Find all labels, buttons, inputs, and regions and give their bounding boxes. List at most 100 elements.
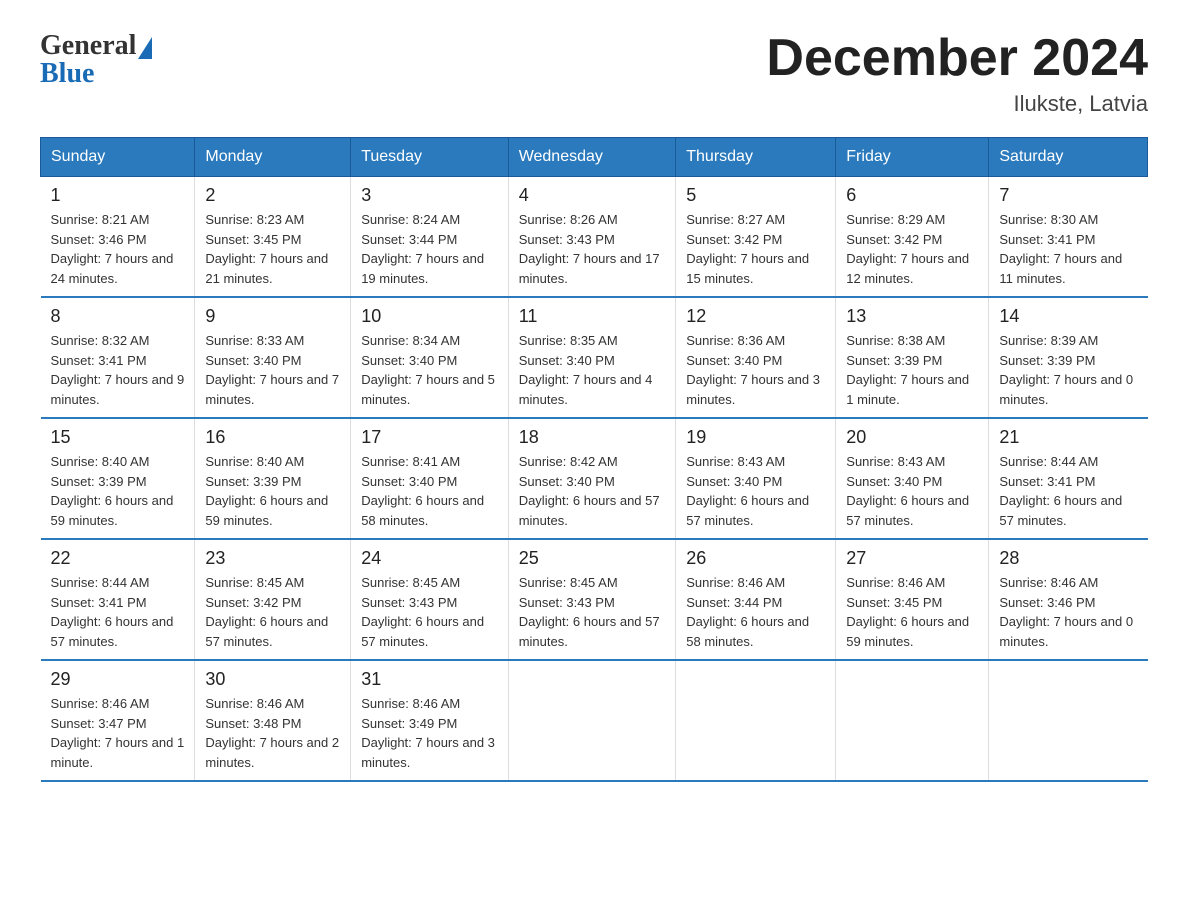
day-info: Sunrise: 8:45 AMSunset: 3:43 PMDaylight:… — [361, 573, 497, 651]
day-info: Sunrise: 8:40 AMSunset: 3:39 PMDaylight:… — [205, 452, 340, 530]
day-number: 17 — [361, 427, 497, 448]
calendar-cell: 9 Sunrise: 8:33 AMSunset: 3:40 PMDayligh… — [195, 297, 351, 418]
day-info: Sunrise: 8:46 AMSunset: 3:49 PMDaylight:… — [361, 694, 497, 772]
day-number: 1 — [51, 185, 185, 206]
calendar-cell: 7 Sunrise: 8:30 AMSunset: 3:41 PMDayligh… — [989, 177, 1148, 298]
day-number: 13 — [846, 306, 978, 327]
day-number: 15 — [51, 427, 185, 448]
header-sunday: Sunday — [41, 138, 195, 177]
day-info: Sunrise: 8:39 AMSunset: 3:39 PMDaylight:… — [999, 331, 1137, 409]
calendar-cell: 23 Sunrise: 8:45 AMSunset: 3:42 PMDaylig… — [195, 539, 351, 660]
day-info: Sunrise: 8:41 AMSunset: 3:40 PMDaylight:… — [361, 452, 497, 530]
calendar-cell: 10 Sunrise: 8:34 AMSunset: 3:40 PMDaylig… — [351, 297, 508, 418]
calendar-cell: 4 Sunrise: 8:26 AMSunset: 3:43 PMDayligh… — [508, 177, 676, 298]
calendar-cell: 1 Sunrise: 8:21 AMSunset: 3:46 PMDayligh… — [41, 177, 195, 298]
header-monday: Monday — [195, 138, 351, 177]
week-row-4: 22 Sunrise: 8:44 AMSunset: 3:41 PMDaylig… — [41, 539, 1148, 660]
day-number: 16 — [205, 427, 340, 448]
logo-blue-text: Blue — [40, 58, 94, 90]
day-info: Sunrise: 8:36 AMSunset: 3:40 PMDaylight:… — [686, 331, 825, 409]
calendar-cell: 25 Sunrise: 8:45 AMSunset: 3:43 PMDaylig… — [508, 539, 676, 660]
calendar-cell: 31 Sunrise: 8:46 AMSunset: 3:49 PMDaylig… — [351, 660, 508, 781]
day-number: 4 — [519, 185, 666, 206]
day-info: Sunrise: 8:35 AMSunset: 3:40 PMDaylight:… — [519, 331, 666, 409]
day-info: Sunrise: 8:46 AMSunset: 3:48 PMDaylight:… — [205, 694, 340, 772]
calendar-cell: 12 Sunrise: 8:36 AMSunset: 3:40 PMDaylig… — [676, 297, 836, 418]
day-info: Sunrise: 8:46 AMSunset: 3:47 PMDaylight:… — [51, 694, 185, 772]
day-number: 30 — [205, 669, 340, 690]
calendar-cell — [836, 660, 989, 781]
day-info: Sunrise: 8:23 AMSunset: 3:45 PMDaylight:… — [205, 210, 340, 288]
calendar-cell — [508, 660, 676, 781]
day-number: 23 — [205, 548, 340, 569]
calendar-cell: 14 Sunrise: 8:39 AMSunset: 3:39 PMDaylig… — [989, 297, 1148, 418]
day-number: 29 — [51, 669, 185, 690]
calendar-cell — [676, 660, 836, 781]
calendar-cell: 24 Sunrise: 8:45 AMSunset: 3:43 PMDaylig… — [351, 539, 508, 660]
calendar-cell: 13 Sunrise: 8:38 AMSunset: 3:39 PMDaylig… — [836, 297, 989, 418]
day-number: 14 — [999, 306, 1137, 327]
day-info: Sunrise: 8:26 AMSunset: 3:43 PMDaylight:… — [519, 210, 666, 288]
header-tuesday: Tuesday — [351, 138, 508, 177]
day-number: 19 — [686, 427, 825, 448]
calendar-cell: 28 Sunrise: 8:46 AMSunset: 3:46 PMDaylig… — [989, 539, 1148, 660]
calendar-cell: 17 Sunrise: 8:41 AMSunset: 3:40 PMDaylig… — [351, 418, 508, 539]
calendar-cell: 27 Sunrise: 8:46 AMSunset: 3:45 PMDaylig… — [836, 539, 989, 660]
day-number: 10 — [361, 306, 497, 327]
header-wednesday: Wednesday — [508, 138, 676, 177]
week-row-5: 29 Sunrise: 8:46 AMSunset: 3:47 PMDaylig… — [41, 660, 1148, 781]
day-number: 6 — [846, 185, 978, 206]
day-info: Sunrise: 8:43 AMSunset: 3:40 PMDaylight:… — [846, 452, 978, 530]
day-number: 28 — [999, 548, 1137, 569]
day-info: Sunrise: 8:24 AMSunset: 3:44 PMDaylight:… — [361, 210, 497, 288]
logo: General Blue — [40, 30, 152, 90]
calendar-cell: 21 Sunrise: 8:44 AMSunset: 3:41 PMDaylig… — [989, 418, 1148, 539]
day-number: 3 — [361, 185, 497, 206]
day-info: Sunrise: 8:38 AMSunset: 3:39 PMDaylight:… — [846, 331, 978, 409]
day-info: Sunrise: 8:46 AMSunset: 3:46 PMDaylight:… — [999, 573, 1137, 651]
calendar-cell: 19 Sunrise: 8:43 AMSunset: 3:40 PMDaylig… — [676, 418, 836, 539]
day-number: 7 — [999, 185, 1137, 206]
day-number: 21 — [999, 427, 1137, 448]
calendar-cell: 16 Sunrise: 8:40 AMSunset: 3:39 PMDaylig… — [195, 418, 351, 539]
week-row-3: 15 Sunrise: 8:40 AMSunset: 3:39 PMDaylig… — [41, 418, 1148, 539]
week-row-2: 8 Sunrise: 8:32 AMSunset: 3:41 PMDayligh… — [41, 297, 1148, 418]
week-row-1: 1 Sunrise: 8:21 AMSunset: 3:46 PMDayligh… — [41, 177, 1148, 298]
location: Ilukste, Latvia — [766, 91, 1148, 117]
header-thursday: Thursday — [676, 138, 836, 177]
day-info: Sunrise: 8:32 AMSunset: 3:41 PMDaylight:… — [51, 331, 185, 409]
day-number: 26 — [686, 548, 825, 569]
calendar-cell: 29 Sunrise: 8:46 AMSunset: 3:47 PMDaylig… — [41, 660, 195, 781]
month-title: December 2024 — [766, 30, 1148, 87]
day-info: Sunrise: 8:46 AMSunset: 3:45 PMDaylight:… — [846, 573, 978, 651]
logo-triangle-icon — [138, 37, 152, 59]
calendar-cell: 26 Sunrise: 8:46 AMSunset: 3:44 PMDaylig… — [676, 539, 836, 660]
day-info: Sunrise: 8:45 AMSunset: 3:43 PMDaylight:… — [519, 573, 666, 651]
calendar-cell: 5 Sunrise: 8:27 AMSunset: 3:42 PMDayligh… — [676, 177, 836, 298]
day-info: Sunrise: 8:21 AMSunset: 3:46 PMDaylight:… — [51, 210, 185, 288]
header-friday: Friday — [836, 138, 989, 177]
calendar-cell — [989, 660, 1148, 781]
day-info: Sunrise: 8:46 AMSunset: 3:44 PMDaylight:… — [686, 573, 825, 651]
day-number: 20 — [846, 427, 978, 448]
day-info: Sunrise: 8:33 AMSunset: 3:40 PMDaylight:… — [205, 331, 340, 409]
day-number: 22 — [51, 548, 185, 569]
day-number: 31 — [361, 669, 497, 690]
title-section: December 2024 Ilukste, Latvia — [766, 30, 1148, 117]
day-number: 9 — [205, 306, 340, 327]
day-number: 12 — [686, 306, 825, 327]
day-number: 27 — [846, 548, 978, 569]
calendar-cell: 18 Sunrise: 8:42 AMSunset: 3:40 PMDaylig… — [508, 418, 676, 539]
day-info: Sunrise: 8:45 AMSunset: 3:42 PMDaylight:… — [205, 573, 340, 651]
day-number: 18 — [519, 427, 666, 448]
calendar-cell: 11 Sunrise: 8:35 AMSunset: 3:40 PMDaylig… — [508, 297, 676, 418]
day-info: Sunrise: 8:29 AMSunset: 3:42 PMDaylight:… — [846, 210, 978, 288]
day-info: Sunrise: 8:34 AMSunset: 3:40 PMDaylight:… — [361, 331, 497, 409]
calendar-cell: 15 Sunrise: 8:40 AMSunset: 3:39 PMDaylig… — [41, 418, 195, 539]
header-saturday: Saturday — [989, 138, 1148, 177]
calendar-cell: 20 Sunrise: 8:43 AMSunset: 3:40 PMDaylig… — [836, 418, 989, 539]
calendar-cell: 6 Sunrise: 8:29 AMSunset: 3:42 PMDayligh… — [836, 177, 989, 298]
day-info: Sunrise: 8:30 AMSunset: 3:41 PMDaylight:… — [999, 210, 1137, 288]
day-info: Sunrise: 8:42 AMSunset: 3:40 PMDaylight:… — [519, 452, 666, 530]
day-info: Sunrise: 8:44 AMSunset: 3:41 PMDaylight:… — [51, 573, 185, 651]
